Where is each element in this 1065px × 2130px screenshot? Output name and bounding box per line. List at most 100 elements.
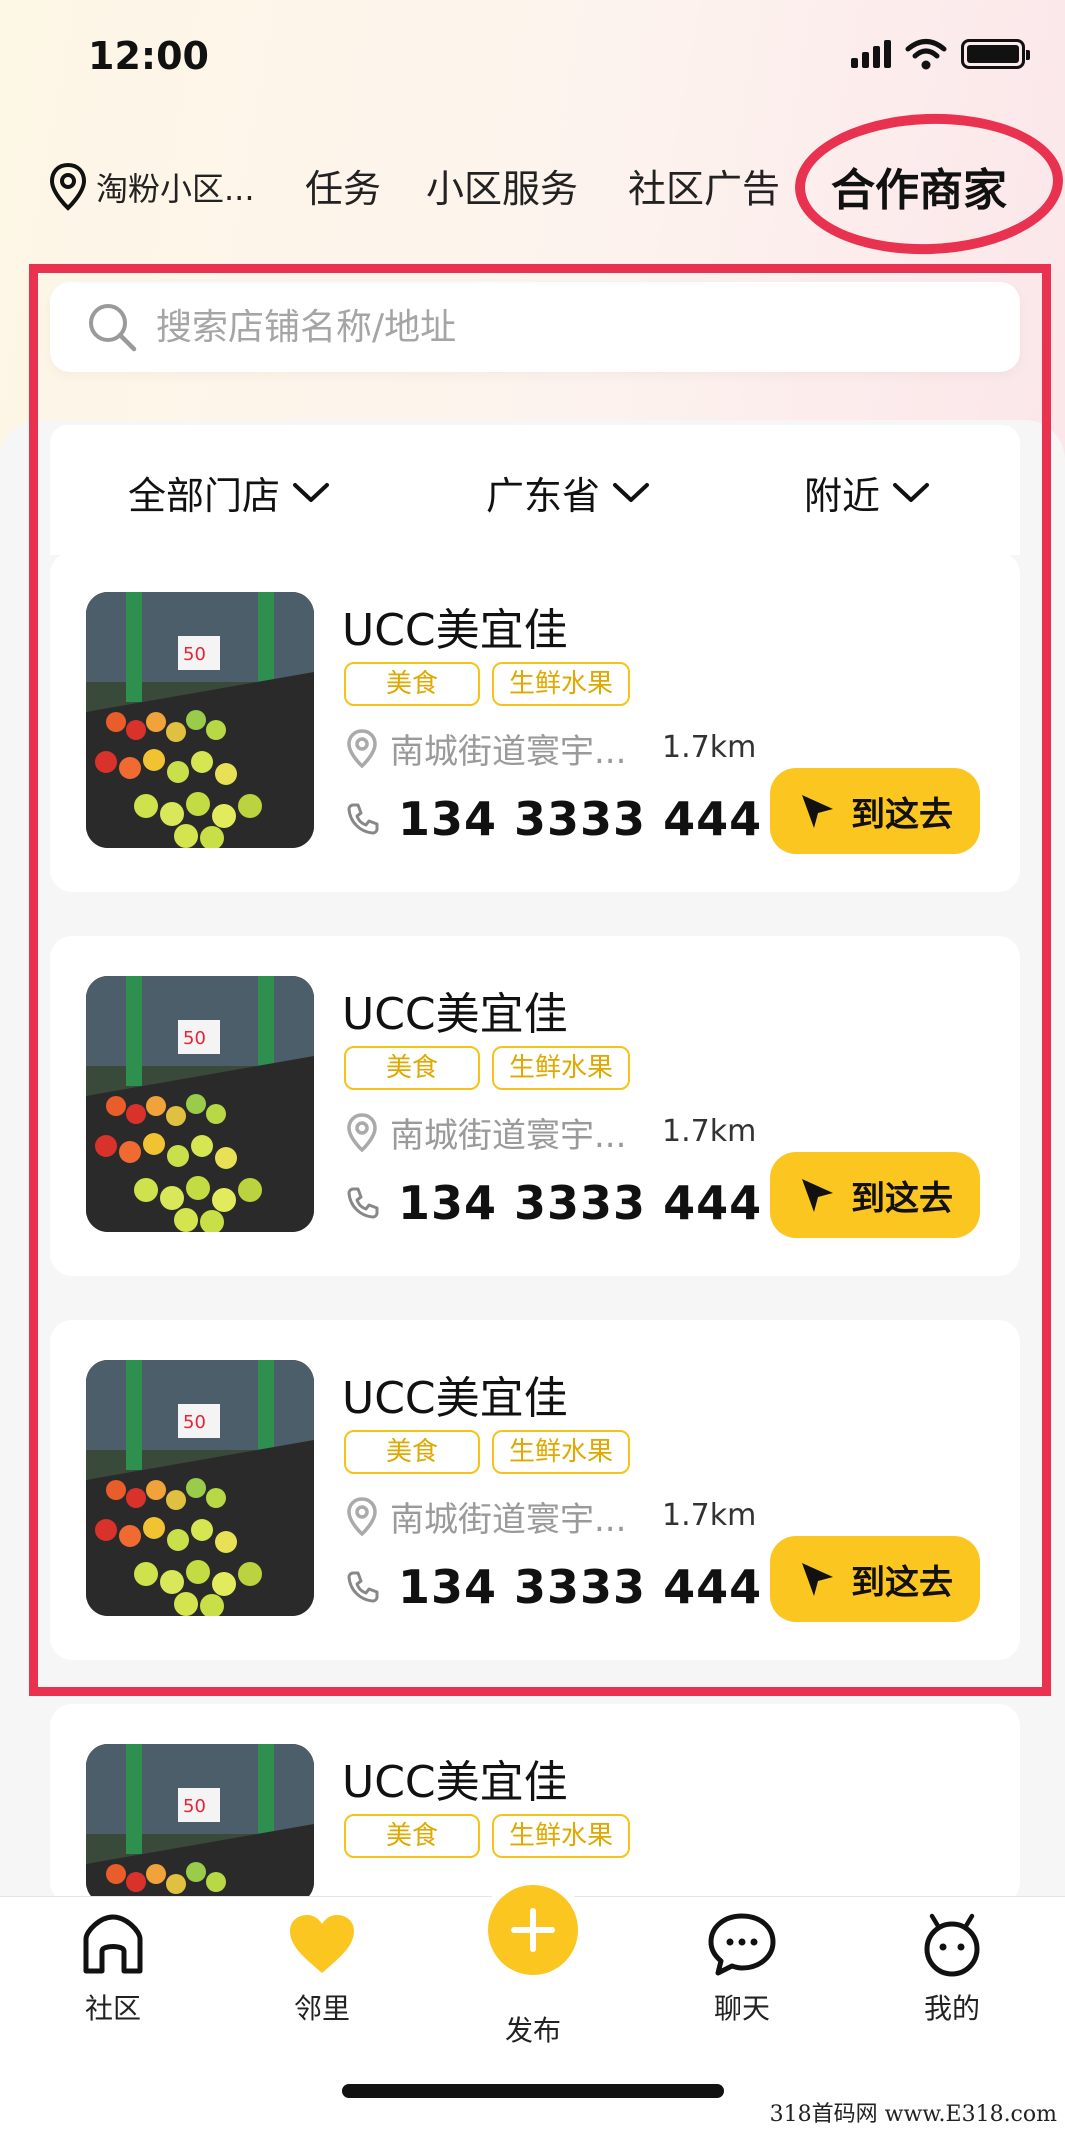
status-icons (851, 38, 1030, 70)
tag-fresh-fruit: 生鲜水果 (492, 1814, 630, 1858)
tag-food: 美食 (344, 662, 480, 706)
signal-icon (851, 40, 891, 68)
store-address: 南城街道寰宇... (390, 1500, 627, 1540)
store-name: UCC美宜佳 (342, 989, 568, 1040)
navigate-button-label: 到这去 (851, 1178, 953, 1219)
bottom-nav-community[interactable]: 社区 (43, 1911, 183, 2027)
phone-icon (347, 803, 379, 835)
store-card[interactable]: 50 UCC美宜佳 美食 生鲜水果 南城街道寰宇... 1.7km 134 33… (50, 552, 1020, 892)
bottom-nav-chat[interactable]: 聊天 (672, 1911, 812, 2027)
home-indicator[interactable] (342, 2084, 724, 2098)
store-tags: 美食 生鲜水果 (344, 1046, 630, 1090)
tab-community-ads[interactable]: 社区广告 (628, 158, 784, 213)
status-bar: 12:00 (0, 0, 1065, 120)
svg-text:50: 50 (183, 1412, 206, 1433)
tab-community-services[interactable]: 小区服务 (426, 158, 578, 213)
bottom-nav-publish[interactable]: 发布 (463, 1999, 603, 2049)
status-time: 12:00 (88, 34, 209, 78)
bottom-nav-community-label: 社区 (84, 1992, 141, 2025)
bottom-nav-publish-label: 发布 (504, 2014, 561, 2047)
store-tags: 美食 生鲜水果 (344, 662, 630, 706)
publish-button[interactable] (488, 1885, 578, 1975)
store-distance: 1.7km (662, 1114, 757, 1149)
filter-store-type-label: 全部门店 (128, 474, 281, 518)
home-icon (83, 1914, 143, 1974)
location-selector[interactable]: 淘粉小区... (48, 162, 255, 212)
tab-tasks[interactable]: 任务 (305, 158, 381, 213)
store-card[interactable]: 50 UCC美宜佳 美食 生鲜水果 南城街道寰宇... 1.7km 134 33… (50, 1320, 1020, 1660)
store-phone-row[interactable]: 134 3333 444 (346, 792, 762, 846)
navigate-button[interactable]: 到这去 (770, 768, 980, 854)
tag-food: 美食 (344, 1430, 480, 1474)
heart-icon (290, 1915, 354, 1973)
store-phone: 134 3333 444 (398, 1176, 763, 1230)
navigate-button[interactable]: 到这去 (770, 1152, 980, 1238)
tag-food: 美食 (344, 1046, 480, 1090)
store-address-row: 南城街道寰宇... (346, 1492, 626, 1541)
search-input[interactable] (156, 306, 976, 348)
search-bar[interactable] (50, 282, 1020, 372)
navigation-arrow-icon (802, 1563, 833, 1596)
chevron-down-icon (893, 482, 930, 502)
store-phone: 134 3333 444 (398, 792, 763, 846)
store-phone-row[interactable]: 134 3333 444 (346, 1176, 762, 1230)
store-address: 南城街道寰宇... (390, 732, 627, 772)
store-phone: 134 3333 444 (398, 1560, 763, 1614)
store-photo: 50 (86, 1744, 314, 1904)
battery-icon (961, 39, 1030, 69)
navigate-button-label: 到这去 (851, 794, 953, 835)
store-address-row: 南城街道寰宇... (346, 724, 626, 773)
store-card[interactable]: 50 UCC美宜佳 美食 生鲜水果 (50, 1704, 1020, 1904)
bottom-nav-neighbors[interactable]: 邻里 (252, 1911, 392, 2027)
location-pin-icon (347, 728, 377, 768)
store-tags: 美食 生鲜水果 (344, 1430, 630, 1474)
filter-bar: 全部门店 广东省 附近 (50, 425, 1020, 555)
store-phone-row[interactable]: 134 3333 444 (346, 1560, 762, 1614)
store-distance: 1.7km (662, 1498, 757, 1533)
chat-icon (708, 1913, 776, 1976)
store-card[interactable]: 50 UCC美宜佳 美食 生鲜水果 南城街道寰宇... 1.7km 134 33… (50, 936, 1020, 1276)
navigate-button[interactable]: 到这去 (770, 1536, 980, 1622)
search-icon (89, 304, 137, 352)
location-pin-icon (347, 1496, 377, 1536)
store-distance: 1.7km (662, 730, 757, 765)
tag-fresh-fruit: 生鲜水果 (492, 662, 630, 706)
bottom-nav-profile[interactable]: 我的 (882, 1911, 1022, 2027)
wifi-icon (905, 39, 947, 70)
chevron-down-icon (293, 482, 330, 502)
navigation-arrow-icon (802, 1179, 833, 1212)
navigate-button-label: 到这去 (851, 1562, 953, 1603)
store-tags: 美食 生鲜水果 (344, 1814, 630, 1858)
profile-icon (924, 1913, 980, 1977)
svg-text:50: 50 (183, 644, 206, 665)
location-label: 淘粉小区... (96, 170, 255, 208)
tag-fresh-fruit: 生鲜水果 (492, 1046, 630, 1090)
plus-icon (511, 1908, 555, 1952)
filter-range[interactable]: 附近 (804, 465, 930, 520)
location-pin-icon (347, 1112, 377, 1152)
store-photo: 50 (86, 592, 314, 848)
filter-province-label: 广东省 (486, 474, 601, 518)
svg-text:50: 50 (183, 1796, 206, 1817)
store-photo: 50 (86, 976, 314, 1232)
bottom-nav-profile-label: 我的 (923, 1992, 980, 2025)
filter-store-type[interactable]: 全部门店 (128, 465, 330, 520)
svg-text:50: 50 (183, 1028, 206, 1049)
bottom-nav-chat-label: 聊天 (713, 1992, 770, 2025)
tag-food: 美食 (344, 1814, 480, 1858)
store-name: UCC美宜佳 (342, 1373, 568, 1424)
watermark: 318首码网 www.E318.com (769, 2102, 1057, 2127)
location-pin-icon (49, 162, 87, 211)
navigation-arrow-icon (802, 795, 833, 828)
phone-icon (347, 1571, 379, 1603)
filter-province[interactable]: 广东省 (486, 465, 650, 520)
tag-fresh-fruit: 生鲜水果 (492, 1430, 630, 1474)
chevron-down-icon (613, 482, 650, 502)
store-photo: 50 (86, 1360, 314, 1616)
phone-icon (347, 1187, 379, 1219)
bottom-nav-neighbors-label: 邻里 (293, 1992, 350, 2025)
store-name: UCC美宜佳 (342, 1757, 568, 1808)
filter-range-label: 附近 (804, 474, 881, 518)
store-address: 南城街道寰宇... (390, 1116, 627, 1156)
store-name: UCC美宜佳 (342, 605, 568, 656)
